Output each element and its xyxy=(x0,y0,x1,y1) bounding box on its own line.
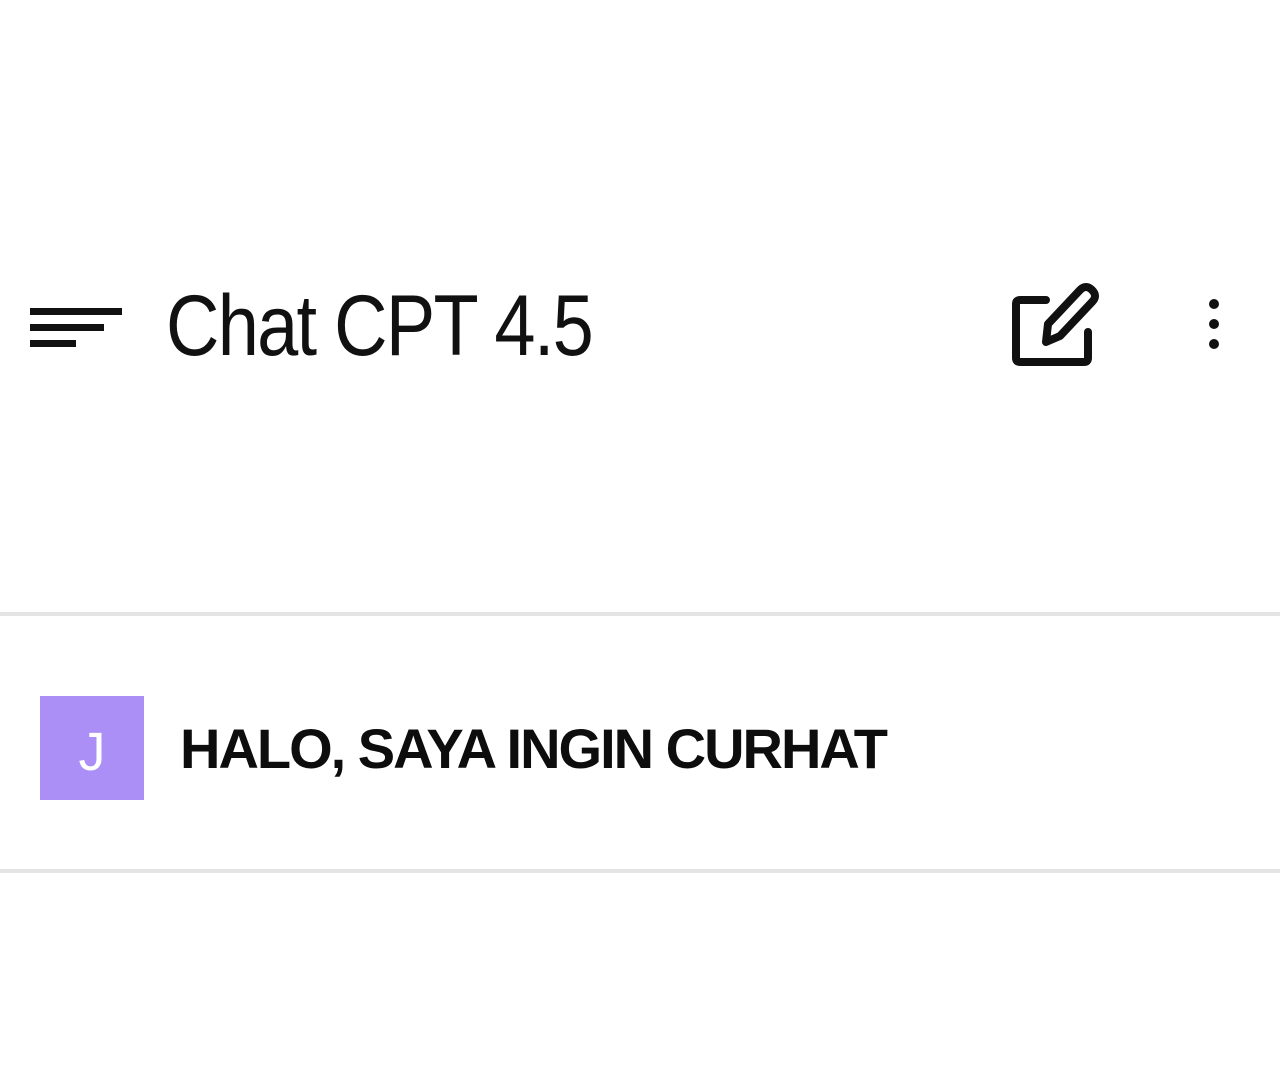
hamburger-menu-icon xyxy=(26,300,126,360)
menu-button[interactable] xyxy=(26,300,126,360)
edit-square-icon xyxy=(1006,272,1102,372)
more-options-button[interactable] xyxy=(1194,296,1234,352)
avatar-initial: J xyxy=(78,722,106,782)
avatar: J xyxy=(40,696,144,800)
divider xyxy=(0,869,1280,873)
app-header: Chat CPT 4.5 xyxy=(0,260,1280,390)
vertical-dots-icon xyxy=(1194,296,1234,352)
page-title: Chat CPT 4.5 xyxy=(166,278,594,374)
chat-message: J HALO, SAYA INGIN CURHAT xyxy=(0,616,1280,869)
message-text: HALO, SAYA INGIN CURHAT xyxy=(180,717,888,780)
chat-app: Chat CPT 4.5 J HALO, SAYA INGIN CURHAT xyxy=(0,0,1280,1080)
new-chat-button[interactable] xyxy=(1006,272,1102,372)
